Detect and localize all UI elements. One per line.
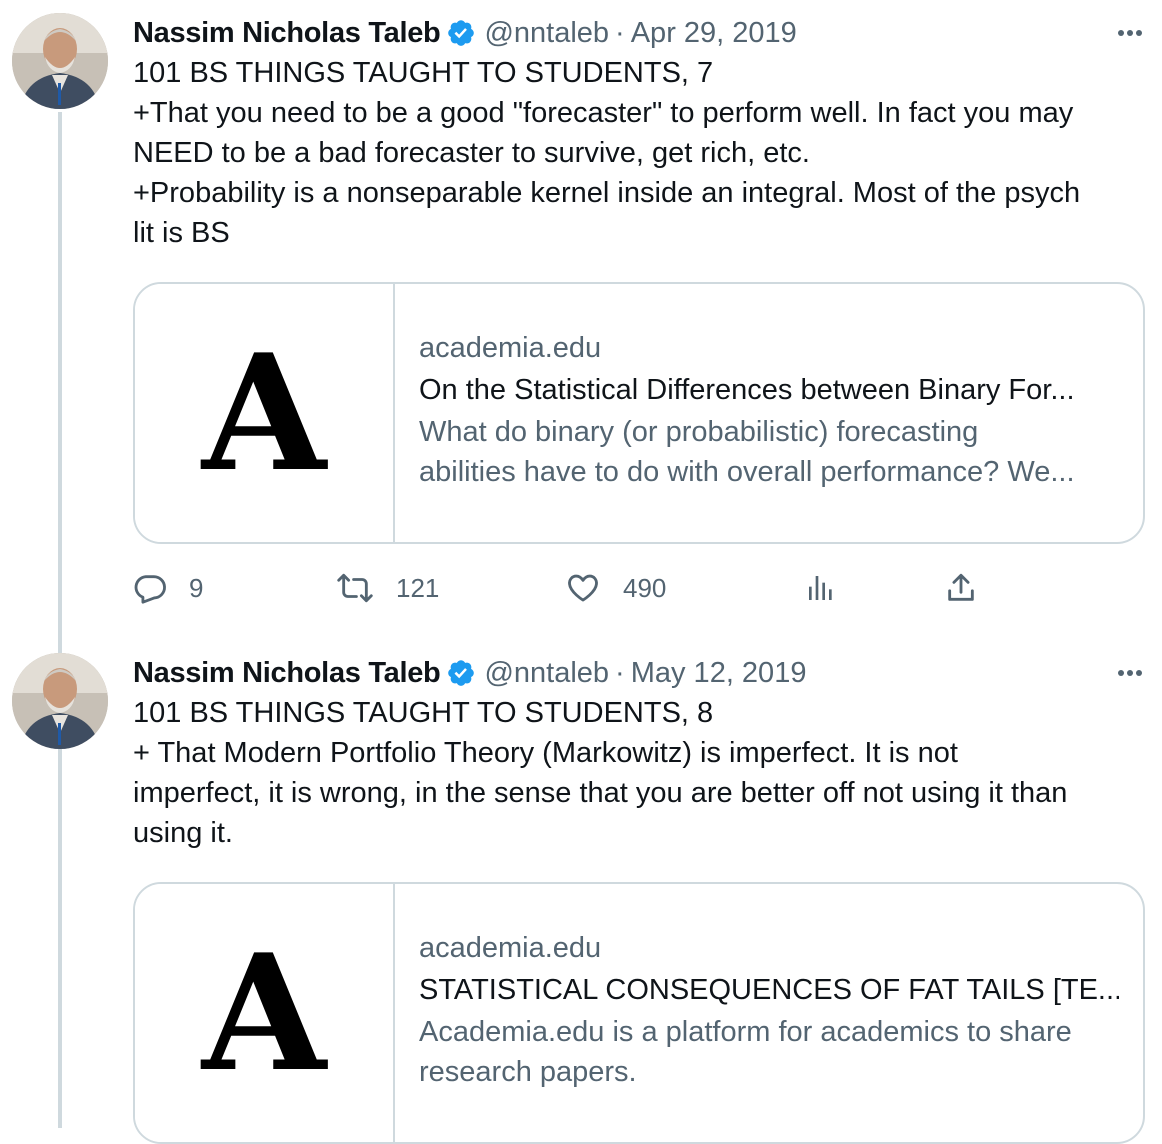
retweet-icon (337, 573, 373, 603)
tweet-header: Nassim Nicholas Taleb @nntaleb · Apr 29,… (133, 13, 797, 53)
tweet-header: Nassim Nicholas Taleb @nntaleb · May 12,… (133, 653, 806, 693)
card-description-line: Academia.edu is a platform for academics… (419, 1016, 1072, 1048)
tweet-text-line: 101 BS THINGS TAUGHT TO STUDENTS, 8 (133, 697, 714, 729)
thread-line (58, 112, 62, 1128)
like-icon (568, 574, 598, 602)
card-title: On the Statistical Differences between B… (419, 374, 1075, 406)
tweet-text-line: 101 BS THINGS TAUGHT TO STUDENTS, 7 (133, 57, 714, 89)
tweet-text: 101 BS THINGS TAUGHT TO STUDENTS, 7 +Tha… (133, 53, 1153, 253)
more-icon[interactable] (1115, 653, 1142, 693)
card-description-line: What do binary (or probabilistic) foreca… (419, 416, 979, 448)
tweet-text-line: lit is BS (133, 217, 230, 249)
card-description: What do binary (or probabilistic) foreca… (419, 412, 1119, 492)
views-button[interactable] (805, 566, 837, 610)
card-title: STATISTICAL CONSEQUENCES OF FAT TAILS [T… (419, 974, 1119, 1006)
views-icon (809, 576, 832, 600)
card-description-line: abilities have to do with overall perfor… (419, 456, 1075, 488)
retweet-button[interactable]: 121 (336, 566, 439, 610)
reply-count: 9 (189, 572, 204, 603)
academia-logo: A (201, 919, 327, 1107)
like-button[interactable]: 490 (565, 566, 666, 610)
share-icon (948, 573, 974, 601)
author-handle[interactable]: @nntaleb (484, 657, 609, 690)
card-description: Academia.edu is a platform for academics… (419, 1012, 1119, 1092)
verified-badge-icon (448, 20, 475, 46)
tweet-text: 101 BS THINGS TAUGHT TO STUDENTS, 8 + Th… (133, 693, 1153, 853)
card-domain: academia.edu (419, 332, 602, 364)
avatar[interactable] (12, 653, 108, 749)
card-thumbnail: A (135, 284, 395, 542)
tweet-date[interactable]: Apr 29, 2019 (631, 17, 797, 50)
card-body: academia.edu STATISTICAL CONSEQUENCES OF… (419, 928, 1119, 1092)
verified-badge-icon (448, 660, 475, 686)
reply-icon (134, 575, 166, 604)
separator-dot: · (615, 16, 625, 49)
more-icon[interactable] (1115, 13, 1142, 53)
retweet-count: 121 (396, 572, 440, 603)
avatar-photo (12, 653, 108, 749)
tweet-text-line: NEED to be a bad forecaster to survive, … (133, 137, 810, 169)
share-button[interactable] (944, 566, 978, 610)
tweet-date[interactable]: May 12, 2019 (631, 657, 807, 690)
card-domain: academia.edu (419, 932, 602, 964)
avatar[interactable] (12, 13, 108, 109)
card-body: academia.edu On the Statistical Differen… (419, 328, 1119, 492)
author-name[interactable]: Nassim Nicholas Taleb (133, 657, 441, 690)
like-count: 490 (623, 572, 667, 603)
author-handle[interactable]: @nntaleb (484, 17, 609, 50)
link-card[interactable]: A academia.edu On the Statistical Differ… (133, 282, 1145, 544)
reply-button[interactable]: 9 (133, 566, 203, 610)
tweet-text-line: +That you need to be a good "forecaster"… (133, 97, 1074, 129)
tweet-text-line: imperfect, it is wrong, in the sense tha… (133, 777, 1068, 809)
card-thumbnail: A (135, 884, 395, 1142)
separator-dot: · (615, 656, 625, 689)
avatar-photo (12, 13, 108, 109)
tweet-actions: 9 121 490 (133, 566, 993, 610)
card-description-line: research papers. (419, 1056, 637, 1088)
tweet-text-line: +Probability is a nonseparable kernel in… (133, 177, 1081, 209)
tweet-text-line: + That Modern Portfolio Theory (Markowit… (133, 737, 958, 769)
tweet-text-line: using it. (133, 817, 233, 849)
link-card[interactable]: A academia.edu STATISTICAL CONSEQUENCES … (133, 882, 1145, 1144)
academia-logo: A (201, 319, 327, 507)
author-name[interactable]: Nassim Nicholas Taleb (133, 17, 441, 50)
